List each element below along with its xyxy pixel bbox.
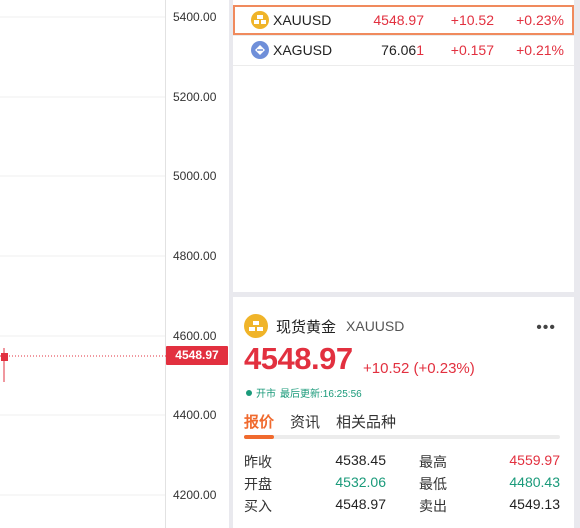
quote-row: 昨收 4538.45 最高 4559.97 [244, 452, 560, 472]
change-value: +0.157 [450, 42, 494, 58]
row-divider [233, 65, 574, 66]
y-tick-label: 4800.00 [173, 249, 217, 263]
change-percent: +0.21% [516, 42, 564, 58]
market-status: 开市 最后更新:16:25:56 [246, 385, 362, 400]
last-updated: 最后更新:16:25:56 [280, 389, 362, 400]
watchlist: XAUUSD 4548.97 +10.52 +0.23% XAGUSD 76.0… [233, 0, 580, 292]
price-tail-digit: 1 [416, 42, 424, 58]
instrument-code: XAUUSD [346, 318, 405, 334]
price-value: 76.061 [381, 42, 424, 58]
instrument-header: 现货黄金 XAUUSD [244, 314, 404, 338]
y-tick-label: 4400.00 [173, 408, 217, 422]
status-dot-icon [246, 389, 252, 396]
gold-icon [251, 11, 269, 29]
watchlist-row-xagusd[interactable]: XAGUSD 76.061 +0.157 +0.21% [233, 35, 574, 65]
tab-underline [244, 435, 560, 439]
y-tick-label: 5000.00 [173, 169, 217, 183]
y-tick-label: 4200.00 [173, 488, 217, 502]
quote-label: 买入 [244, 498, 272, 514]
tab-quote[interactable]: 报价 [244, 411, 274, 432]
y-tick-label: 5400.00 [173, 10, 217, 24]
change-percent: +0.23% [516, 12, 564, 28]
quote-value: 4532.06 [335, 474, 386, 490]
y-tick-label: 5200.00 [173, 90, 217, 104]
change-value: +10.52 [450, 12, 494, 28]
scrollbar-track[interactable] [574, 0, 580, 528]
silver-icon [251, 41, 269, 59]
instrument-detail: 现货黄金 XAUUSD ••• 4548.97 +10.52 (+0.23%) … [233, 297, 574, 528]
watchlist-row-xauusd[interactable]: XAUUSD 4548.97 +10.52 +0.23% [233, 5, 574, 35]
quote-row: 开盘 4532.06 最低 4480.43 [244, 474, 560, 494]
quote-label: 卖出 [419, 498, 447, 514]
price-chart[interactable]: 5400.00 5200.00 5000.00 4800.00 4600.00 … [0, 0, 230, 528]
quote-label: 最低 [419, 476, 447, 492]
quote-value: 4549.13 [509, 496, 560, 512]
last-price-tag: 4548.97 [166, 346, 228, 365]
detail-tabs: 报价 资讯 相关品种 [244, 411, 396, 432]
symbol-label: XAGUSD [273, 42, 333, 58]
quote-label: 开盘 [244, 476, 272, 492]
price-change: +10.52 (+0.23%) [363, 360, 475, 377]
y-tick-label: 4600.00 [173, 329, 217, 343]
quote-value: 4548.97 [335, 496, 386, 512]
chart-canvas: 5400.00 5200.00 5000.00 4800.00 4600.00 … [0, 0, 217, 528]
instrument-name: 现货黄金 [276, 318, 337, 336]
candle-body [1, 353, 8, 361]
tab-news[interactable]: 资讯 [290, 411, 320, 432]
price-main: 76.06 [381, 42, 417, 58]
more-options-icon[interactable]: ••• [536, 319, 556, 337]
current-price: 4548.97 [244, 341, 353, 376]
quote-value: 4480.43 [509, 474, 560, 490]
quote-row: 买入 4548.97 卖出 4549.13 [244, 496, 560, 516]
market-open-label: 开市 [256, 389, 276, 400]
tab-related[interactable]: 相关品种 [336, 411, 396, 432]
price-value: 4548.97 [373, 12, 424, 28]
quote-value: 4559.97 [509, 452, 560, 468]
quote-value: 4538.45 [335, 452, 386, 468]
quote-label: 最高 [419, 454, 447, 470]
symbol-label: XAUUSD [273, 12, 332, 28]
gold-bars-icon [244, 314, 268, 338]
active-tab-indicator [244, 435, 274, 439]
quote-label: 昨收 [244, 454, 272, 470]
